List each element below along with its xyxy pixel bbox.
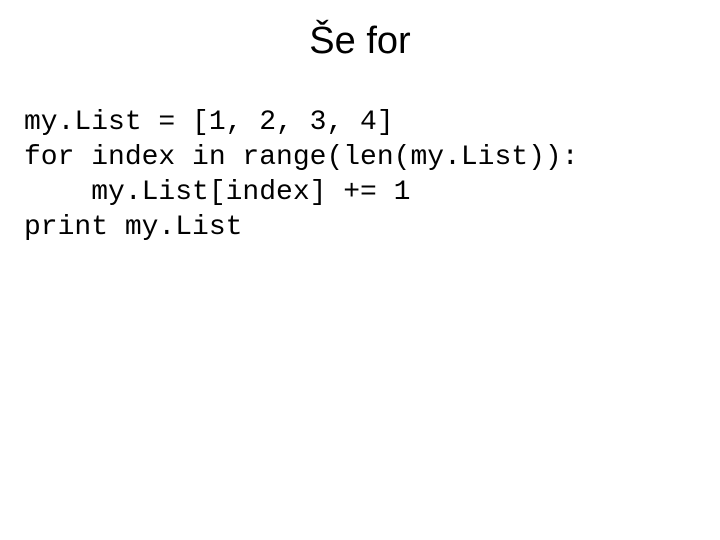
slide-container: Še for my.List = [1, 2, 3, 4] for index …	[0, 0, 720, 540]
code-line-1: my.List = [1, 2, 3, 4]	[24, 107, 394, 138]
code-line-4: print my.List	[24, 212, 242, 243]
code-block: my.List = [1, 2, 3, 4] for index in rang…	[0, 105, 720, 245]
code-line-3: my.List[index] += 1	[24, 177, 410, 208]
slide-title: Še for	[0, 20, 720, 63]
code-line-2: for index in range(len(my.List)):	[24, 142, 579, 173]
